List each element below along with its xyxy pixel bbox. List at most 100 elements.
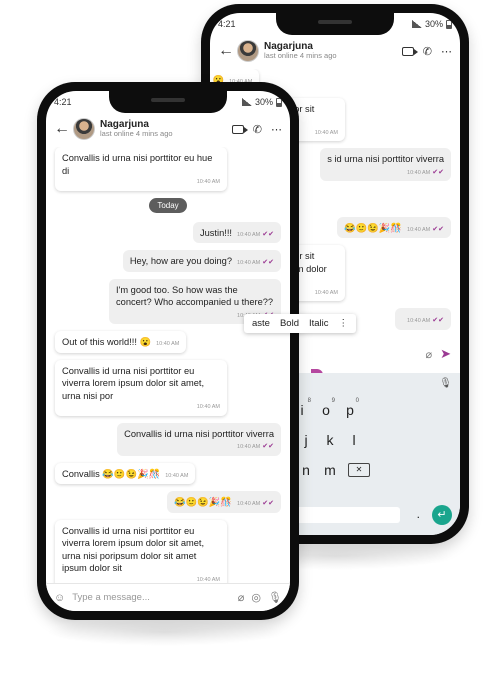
- message-time-text: 10:40 AM: [407, 318, 431, 325]
- message-text: Hey, how are you doing?: [129, 256, 233, 267]
- notch: [109, 91, 227, 113]
- read-receipt-icon: ✔✔: [262, 443, 274, 451]
- video-call-icon[interactable]: [401, 46, 418, 56]
- phone-front: 4:21 30% ← Nagarjuna last online 4 mins …: [37, 82, 299, 620]
- message-time-text: 10:40 AM: [165, 472, 189, 479]
- key-l[interactable]: l: [342, 432, 366, 448]
- key-p[interactable]: 0p: [338, 398, 362, 418]
- status-time: 4:21: [218, 19, 236, 29]
- outgoing-message[interactable]: 10:40 AM ✔✔: [395, 308, 451, 330]
- key-label: i: [300, 402, 304, 418]
- last-seen: last online 4 mins ago: [100, 129, 173, 139]
- message-time: 10:40 AM: [62, 179, 220, 186]
- incoming-message[interactable]: Out of this world!!! 😮 10:40 AM: [55, 331, 187, 353]
- message-row: Convallis 😂🙂😉🎉🎊 10:40 AM: [46, 462, 290, 485]
- message-text: Convallis id urna nisi porttitor viverra: [124, 428, 274, 439]
- camera-icon[interactable]: ◎: [251, 591, 261, 604]
- outgoing-message[interactable]: Hey, how are you doing? 10:40 AM ✔✔: [122, 250, 281, 272]
- outgoing-message[interactable]: s id urna nisi porttitor viverra 10:40 AM…: [320, 148, 451, 182]
- message-row: Hey, how are you doing? 10:40 AM ✔✔: [46, 250, 290, 272]
- message-time: 10:40 AM✔✔: [237, 258, 274, 267]
- phone-call-icon[interactable]: ✆: [423, 45, 432, 58]
- message-input[interactable]: Type a message...: [72, 592, 231, 603]
- key-number-hint: 9: [331, 398, 335, 404]
- outgoing-message[interactable]: Convallis id urna nisi porttitor viverra…: [117, 422, 281, 456]
- key-number-hint: 0: [355, 398, 359, 404]
- date-divider: Today: [46, 197, 290, 213]
- read-receipt-icon: ✔✔: [432, 168, 444, 176]
- key-label: o: [322, 402, 330, 418]
- read-receipt-icon: ✔✔: [432, 225, 444, 233]
- send-icon[interactable]: ➤: [440, 346, 451, 362]
- back-arrow-icon[interactable]: ←: [218, 42, 234, 60]
- context-menu-item[interactable]: aste: [252, 318, 270, 329]
- message-text: s id urna nisi porttitor viverra: [327, 154, 444, 165]
- more-icon[interactable]: ⋯: [271, 123, 282, 136]
- composer: ☺ Type a message... ⌀ ◎ 🎙: [46, 583, 290, 611]
- incoming-message[interactable]: Convallis 😂🙂😉🎉🎊 10:40 AM: [55, 462, 196, 485]
- signal-icon: [241, 98, 252, 106]
- context-menu-item[interactable]: Bold: [280, 318, 299, 329]
- read-receipt-icon: ✔✔: [262, 230, 274, 238]
- outgoing-message[interactable]: 😂🙂😉🎉🎊 10:40 AM ✔✔: [167, 491, 281, 513]
- mic-icon[interactable]: 🎙: [268, 591, 282, 604]
- message-time-text: 10:40 AM: [314, 289, 338, 296]
- message-time-text: 10:40 AM: [407, 226, 431, 233]
- mic-icon[interactable]: 🎙: [439, 378, 452, 389]
- message-row: Convallis id urna nisi porttitor eu vive…: [46, 519, 290, 583]
- key-k[interactable]: k: [318, 432, 342, 448]
- outgoing-message[interactable]: Justin!!! 10:40 AM ✔✔: [192, 221, 281, 244]
- signal-icon: [411, 20, 422, 28]
- message-time: 10:40 AM✔✔: [124, 442, 274, 451]
- avatar[interactable]: [237, 40, 259, 62]
- message-time: 10:40 AM: [165, 473, 188, 480]
- message-time-text: 10:40 AM: [237, 444, 261, 451]
- sticker-icon[interactable]: ☺: [54, 592, 65, 604]
- message-time: 10:40 AM✔✔: [407, 316, 444, 325]
- text-context-menu: aste Bold Italic ⋮: [244, 314, 357, 333]
- attach-icon[interactable]: ⌀: [425, 348, 432, 361]
- message-text: Justin!!!: [199, 227, 233, 238]
- message-text: Convallis 😂🙂😉🎉🎊: [62, 468, 161, 479]
- backspace-key[interactable]: ✕: [348, 463, 370, 477]
- avatar[interactable]: [73, 118, 95, 140]
- incoming-message[interactable]: Convallis id urna nisi porttitor eu vive…: [55, 519, 227, 583]
- key-label: p: [346, 402, 354, 418]
- message-time-text: 10:40 AM: [407, 169, 431, 176]
- message-text: I'm good too. So how was the concert? Wh…: [116, 284, 274, 308]
- more-icon[interactable]: ⋯: [441, 45, 452, 58]
- incoming-message[interactable]: Convallis id urna nisi porttitor eu vive…: [55, 359, 227, 416]
- outgoing-message[interactable]: 😂🙂😉🎉🎊 10:40 AM ✔✔: [337, 216, 451, 239]
- incoming-message[interactable]: Convallis id urna nisi porttitor eu hue …: [55, 147, 227, 191]
- message-time-text: 10:40 AM: [196, 179, 220, 186]
- period-key[interactable]: .: [417, 507, 420, 521]
- message-row: 😂🙂😉🎉🎊 10:40 AM ✔✔: [46, 491, 290, 513]
- battery-text: 30%: [424, 19, 443, 29]
- key-o[interactable]: 9o: [314, 398, 338, 418]
- enter-key[interactable]: ↵: [432, 505, 452, 525]
- message-time: 10:40 AM✔✔: [237, 499, 274, 508]
- key-m[interactable]: m: [318, 462, 342, 478]
- message-text: Out of this world!!! 😮: [62, 337, 152, 348]
- context-menu-item[interactable]: Italic: [309, 318, 329, 329]
- message-time: 10:40 AM: [156, 341, 179, 348]
- chat-header: ← Nagarjuna last online 4 mins ago ✆ ⋯: [46, 113, 290, 145]
- message-row: Out of this world!!! 😮 10:40 AM: [46, 331, 290, 353]
- status-time: 4:21: [54, 97, 72, 107]
- attach-icon[interactable]: ⌀: [238, 591, 245, 604]
- message-text: 😂🙂😉🎉🎊: [344, 222, 403, 233]
- message-text: 😂🙂😉🎉🎊: [174, 497, 233, 508]
- notch: [276, 13, 394, 35]
- video-call-icon[interactable]: [231, 124, 248, 134]
- message-row: Convallis id urna nisi porttitor viverra…: [46, 422, 290, 456]
- message-row: Convallis id urna nisi porttitor eu vive…: [46, 359, 290, 416]
- phone-call-icon[interactable]: ✆: [253, 123, 262, 136]
- context-menu-item[interactable]: ⋮: [339, 318, 349, 329]
- message-row: Justin!!! 10:40 AM ✔✔: [46, 221, 290, 244]
- message-list: Convallis id urna nisi porttitor eu hue …: [46, 147, 290, 583]
- message-time-text: 10:40 AM: [156, 341, 180, 348]
- message-time: 10:40 AM: [62, 404, 220, 411]
- chat-header: ← Nagarjuna last online 4 mins ago ✆ ⋯: [210, 35, 460, 67]
- last-seen: last online 4 mins ago: [264, 51, 337, 61]
- back-arrow-icon[interactable]: ←: [54, 120, 70, 138]
